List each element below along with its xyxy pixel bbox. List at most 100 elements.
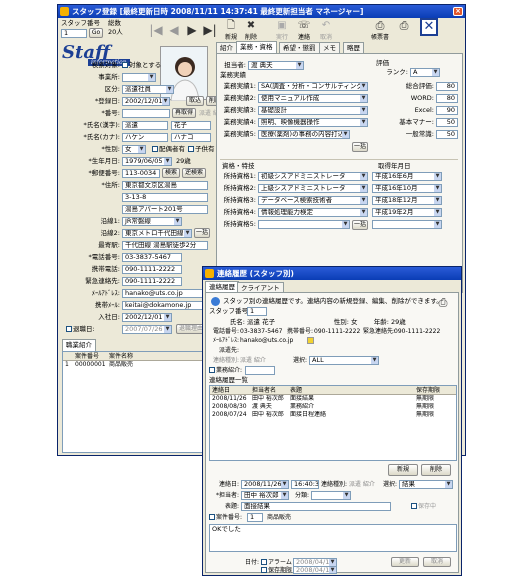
qual-select[interactable]: データベース検索技術者 — [258, 196, 368, 205]
table-row[interactable]: 1 00000001 商品販売 — [63, 361, 213, 369]
tab-intro[interactable]: 紹介 — [216, 42, 237, 53]
birth-input[interactable]: 1979/06/05 — [122, 157, 172, 166]
c-sel2[interactable]: 結果 — [399, 480, 453, 489]
qual-date[interactable]: 平成16年10月 — [372, 184, 442, 193]
emergency-input[interactable]: 090-1111-2222 — [122, 277, 182, 286]
c-biz-input[interactable] — [245, 366, 275, 375]
mail-icon[interactable] — [307, 337, 314, 344]
spouse-checkbox[interactable]: 配偶者有 — [152, 145, 185, 154]
qual-select[interactable]: 上級シスアドミニストレータ — [258, 184, 368, 193]
c-cancel-button[interactable]: 取消 — [423, 557, 451, 567]
mobile-input[interactable]: 090-1111-2222 — [122, 265, 182, 274]
contact-list: 連絡日 担当者名 表題 保存期限 2008/11/26 田中 裕次郎 面接結果 無期限 200… — [209, 385, 457, 461]
search-button[interactable]: 検索 — [162, 168, 180, 178]
staff-number-input[interactable]: 1 — [61, 29, 87, 38]
qual-date[interactable] — [372, 220, 442, 229]
name-kana-first[interactable]: ハナコ — [171, 133, 211, 142]
next-record-icon[interactable]: ▶ — [182, 21, 202, 41]
qual-date[interactable]: 平成18年12月 — [372, 196, 442, 205]
c-save-checkbox[interactable]: 保存中 — [411, 502, 436, 511]
score-input[interactable]: 90 — [436, 106, 458, 115]
line1-select[interactable]: JR常磐線 — [122, 217, 182, 226]
last-record-icon[interactable]: ▶| — [200, 21, 220, 41]
office-select[interactable] — [122, 73, 156, 82]
staff-select[interactable]: 渡 典夫 — [248, 61, 304, 70]
number-input[interactable] — [122, 109, 170, 118]
close-icon[interactable]: × — [453, 7, 463, 16]
search-target-checkbox[interactable]: 対象とする — [122, 61, 161, 70]
qual-date[interactable]: 平成19年2月 — [372, 208, 442, 217]
exp-select[interactable]: 照明、映像機器操作 — [258, 118, 368, 127]
c-staff-select[interactable]: 田中 裕次郎 — [241, 491, 289, 500]
retire-input[interactable]: 2007/07/26 — [122, 325, 172, 334]
address-line3[interactable]: 湯島アパート201号 — [122, 205, 208, 214]
c-select[interactable]: ALL — [309, 356, 379, 365]
c-update-button[interactable]: 更新 — [391, 557, 419, 567]
exp-select[interactable]: 基礎設計 — [258, 106, 368, 115]
child-checkbox[interactable]: 子供有 — [188, 145, 215, 154]
c-memo-textarea[interactable]: OKでした — [209, 524, 457, 552]
tel-input[interactable]: 03-3837-5467 — [122, 253, 182, 262]
gender-select[interactable]: 女 — [122, 145, 146, 154]
c-class-select[interactable] — [311, 491, 351, 500]
printer-icon[interactable]: ⎙ — [394, 17, 414, 37]
name-kanji-last[interactable]: 派遣 — [122, 121, 168, 130]
printer-icon[interactable]: ⎙ — [435, 295, 451, 311]
exp-select[interactable]: 医療(薬剤)の事務の内容打込 — [258, 130, 350, 139]
mail-input[interactable]: hanako@uts.co.jp — [122, 289, 206, 298]
c-delete-button[interactable]: 削除 — [421, 464, 451, 476]
address-line2[interactable]: 3-13-8 — [122, 193, 208, 202]
line-bulk-button[interactable]: 一括 — [194, 228, 210, 238]
retire-checkbox[interactable]: 退職日: — [66, 325, 95, 334]
score-input[interactable]: 80 — [436, 82, 458, 91]
c-date-input[interactable]: 2008/11/26 — [241, 480, 289, 489]
c-biz-checkbox[interactable]: 業務紹介: — [209, 366, 242, 375]
reverse-search-button[interactable]: 逆検索 — [182, 168, 206, 178]
name-kanji-first[interactable]: 花子 — [171, 121, 211, 130]
table-row[interactable]: 2008/11/26 田中 裕次郎 面接結果 無期限 — [210, 395, 456, 403]
c-subject-input[interactable]: 面接結果 — [241, 502, 391, 511]
mobile-mail-input[interactable]: keitai@dokamone.jp — [122, 301, 206, 310]
take-button[interactable]: 取込 — [186, 96, 204, 106]
go-button[interactable]: Go — [89, 28, 103, 38]
first-record-icon[interactable]: |◀ — [146, 21, 166, 41]
c-save-term-checkbox[interactable]: 保存期限 — [261, 567, 292, 574]
qual-select[interactable]: 初級シスアドミニストレータ — [258, 172, 368, 181]
c-case-checkbox[interactable]: 案件番号: — [209, 513, 242, 522]
c-time-input[interactable]: 16:40:37 — [291, 480, 319, 489]
tab-job-intro[interactable]: 職業紹介 — [62, 339, 96, 351]
qual-select[interactable] — [258, 220, 350, 229]
score-input[interactable]: 80 — [436, 94, 458, 103]
qual-bulk-button[interactable]: 一括 — [352, 220, 368, 230]
category-select[interactable]: 派遣社員 — [122, 85, 174, 94]
tab-history[interactable]: 略歴 — [343, 42, 364, 53]
c-alarm-checkbox[interactable]: アラーム — [261, 558, 292, 567]
tab-wish-penalty[interactable]: 希望・懲罰 — [279, 42, 320, 53]
c-save-term-date[interactable]: 2008/04/16 — [293, 566, 337, 574]
qual-date[interactable]: 平成16年6月 — [372, 172, 442, 181]
prev-record-icon[interactable]: ◀ — [164, 21, 184, 41]
c-case-no[interactable]: 1 — [247, 513, 263, 522]
station-input[interactable]: 千代田線 湯島駅徒歩2分 — [122, 241, 208, 250]
name-kana-last[interactable]: ハケン — [122, 133, 168, 142]
tab-business-qualification[interactable]: 業務・資格 — [236, 41, 277, 53]
reg-date-input[interactable]: 2002/12/01 — [122, 97, 170, 106]
exp-bulk-button[interactable]: 一括 — [352, 142, 368, 152]
score-input[interactable]: 50 — [436, 130, 458, 139]
c-new-button[interactable]: 新規 — [388, 464, 418, 476]
exp-select[interactable]: 使用マニュアル作成 — [258, 94, 368, 103]
rank-select[interactable]: A — [410, 68, 440, 77]
exit-icon[interactable]: ✕ — [420, 18, 438, 36]
score-input[interactable]: 50 — [436, 118, 458, 127]
table-row[interactable]: 2008/07/24 田中 裕次郎 面接日程連絡 無期限 — [210, 411, 456, 419]
table-row[interactable]: 2008/08/30 渡 典夫 業務紹介 無期限 — [210, 403, 456, 411]
zip-input[interactable]: 113-0034 — [122, 169, 160, 178]
reissue-button[interactable]: 再取得 — [172, 108, 196, 118]
qual-select[interactable]: 情報処理能力検定 — [258, 208, 368, 217]
address-line1[interactable]: 東京都文京区湯島 — [122, 181, 208, 190]
c-staff-no[interactable]: 1 — [247, 307, 267, 316]
line2-select[interactable]: 東京メトロ千代田線 — [122, 229, 192, 238]
join-input[interactable]: 2002/12/01 — [122, 313, 172, 322]
tab-memo[interactable]: メモ — [319, 42, 340, 53]
exp-select[interactable]: SA(調査・分析・コンサルティング) — [258, 82, 368, 91]
